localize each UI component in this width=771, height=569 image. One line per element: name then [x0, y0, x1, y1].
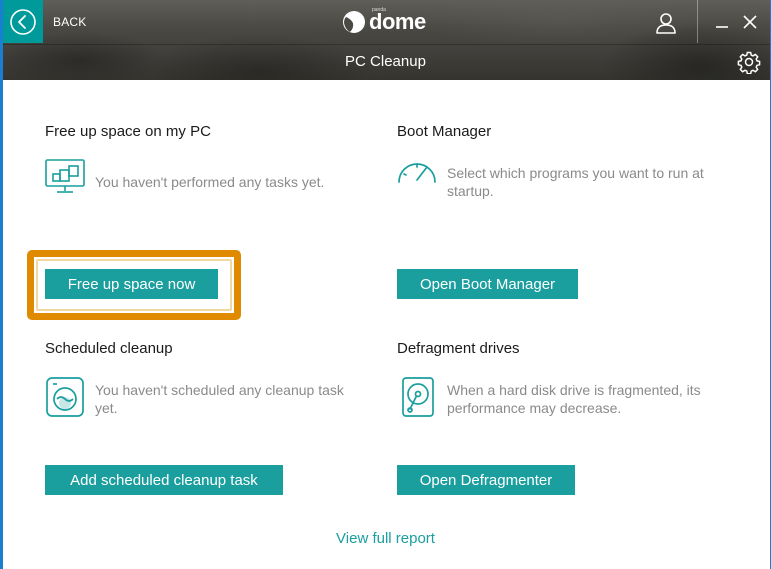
- hard-disk-icon: [402, 377, 434, 417]
- chevron-left-circle-icon: [10, 8, 36, 35]
- brand-small-text: panda: [372, 7, 386, 13]
- defragment-description-line1: When a hard disk drive is fragmented, it…: [447, 382, 701, 398]
- scheduled-cleanup-description-line1: You haven't scheduled any cleanup task: [95, 382, 344, 398]
- scheduled-cleanup-title: Scheduled cleanup: [45, 340, 173, 357]
- free-space-description: You haven't performed any tasks yet.: [95, 174, 325, 190]
- dome-logo: panda dome: [342, 7, 426, 35]
- gear-icon[interactable]: [737, 50, 761, 74]
- speedometer-icon: [398, 163, 436, 183]
- header-divider: [0, 44, 771, 45]
- free-space-title: Free up space on my PC: [45, 123, 211, 140]
- open-boot-manager-button[interactable]: Open Boot Manager: [397, 269, 578, 299]
- back-label[interactable]: BACK: [53, 15, 86, 29]
- scheduled-cleanup-description-line2: yet.: [95, 400, 118, 416]
- free-up-space-button[interactable]: Free up space now: [45, 269, 218, 299]
- minimize-icon[interactable]: [714, 14, 730, 30]
- computer-monitor-icon: [45, 159, 85, 193]
- view-full-report-link[interactable]: View full report: [0, 530, 771, 547]
- open-defragmenter-button[interactable]: Open Defragmenter: [397, 465, 575, 495]
- defragment-title: Defragment drives: [397, 340, 520, 357]
- boot-manager-title: Boot Manager: [397, 123, 492, 140]
- defragment-description: When a hard disk drive is fragmented, it…: [447, 381, 701, 417]
- scheduled-cleanup-description: You haven't scheduled any cleanup task y…: [95, 381, 344, 417]
- close-icon[interactable]: [743, 15, 757, 29]
- defragment-description-line2: performance may decrease.: [447, 400, 622, 416]
- title-bar-separator: [697, 0, 698, 43]
- page-title: PC Cleanup: [345, 53, 426, 70]
- boot-manager-description: Select which programs you want to run at…: [447, 164, 704, 200]
- user-icon[interactable]: [655, 12, 677, 34]
- panda-logo-icon: [343, 11, 365, 33]
- back-button[interactable]: [3, 0, 43, 43]
- washing-machine-icon: [46, 377, 84, 417]
- app-header: BACK panda dome PC Cleanup: [0, 0, 771, 80]
- boot-manager-description-line2: startup.: [447, 183, 494, 199]
- add-scheduled-cleanup-button[interactable]: Add scheduled cleanup task: [45, 465, 283, 495]
- boot-manager-description-line1: Select which programs you want to run at: [447, 165, 704, 181]
